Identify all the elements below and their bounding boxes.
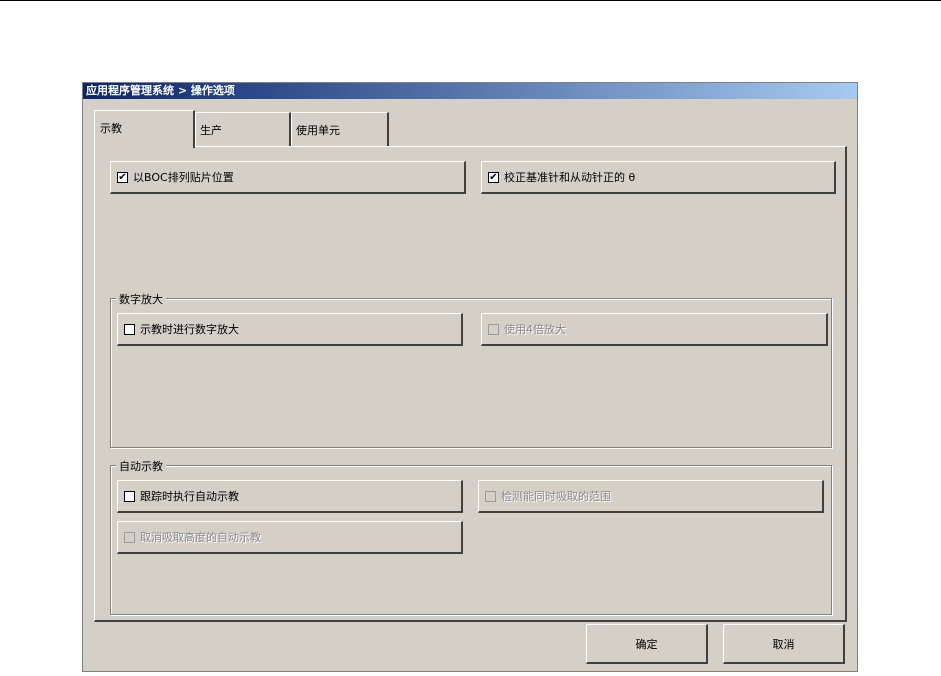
checkbox-box: [485, 490, 496, 502]
auto-teach-on-track-checkbox[interactable]: 跟踪时执行自动示教: [117, 480, 463, 513]
detect-simultaneous-pick-checkbox[interactable]: 检测能同时吸取的范围: [478, 480, 824, 513]
top-rule: [0, 0, 941, 1]
checkbox-box: [488, 323, 499, 335]
digital-zoom-group: 数字放大 示教时进行数字放大 使用4倍放大: [110, 291, 832, 448]
checkbox-box: [124, 323, 135, 335]
checkbox-box: ✔: [488, 171, 499, 183]
checkbox-box: [124, 490, 135, 502]
tab-panel-teach: ✔ 以BOC排列贴片位置 ✔ 校正基准针和从动针正的 θ 数字放大 示教时进行数…: [94, 146, 847, 622]
use-4x-zoom-label: 使用4倍放大: [504, 323, 566, 336]
detect-simultaneous-pick-label: 检测能同时吸取的范围: [501, 490, 611, 503]
ok-button[interactable]: 确定: [586, 624, 708, 664]
tab-use-unit[interactable]: 使用单元: [291, 112, 389, 147]
boc-arrange-checkbox[interactable]: ✔ 以BOC排列贴片位置: [110, 161, 466, 194]
window-title: 应用程序管理系统 > 操作选项: [83, 83, 857, 99]
digital-zoom-group-title: 数字放大: [116, 291, 166, 307]
use-4x-zoom-checkbox[interactable]: 使用4倍放大: [481, 313, 828, 346]
checkbox-box: [124, 531, 135, 543]
boc-arrange-label: 以BOC排列贴片位置: [133, 171, 234, 184]
tab-production[interactable]: 生产: [195, 112, 291, 147]
cancel-auto-teach-pick-height-label: 取消吸取高度的自动示教: [140, 531, 261, 544]
correct-theta-checkbox[interactable]: ✔ 校正基准针和从动针正的 θ: [481, 161, 836, 194]
zoom-when-teaching-checkbox[interactable]: 示教时进行数字放大: [117, 313, 463, 346]
cancel-button[interactable]: 取消: [723, 624, 845, 664]
tab-teach[interactable]: 示教: [94, 110, 195, 148]
options-dialog: 应用程序管理系统 > 操作选项 示教 生产 使用单元 ✔ 以BOC排列贴片位置 …: [82, 82, 858, 672]
auto-teach-on-track-label: 跟踪时执行自动示教: [140, 490, 239, 503]
checkbox-box: ✔: [117, 171, 128, 183]
cancel-auto-teach-pick-height-checkbox[interactable]: 取消吸取高度的自动示教: [117, 521, 463, 554]
zoom-when-teaching-label: 示教时进行数字放大: [140, 323, 239, 336]
auto-teach-group-title: 自动示教: [116, 458, 166, 474]
correct-theta-label: 校正基准针和从动针正的 θ: [504, 171, 636, 184]
auto-teach-group: 自动示教 跟踪时执行自动示教 检测能同时吸取的范围 取消吸取高度的自动示教: [110, 458, 832, 615]
